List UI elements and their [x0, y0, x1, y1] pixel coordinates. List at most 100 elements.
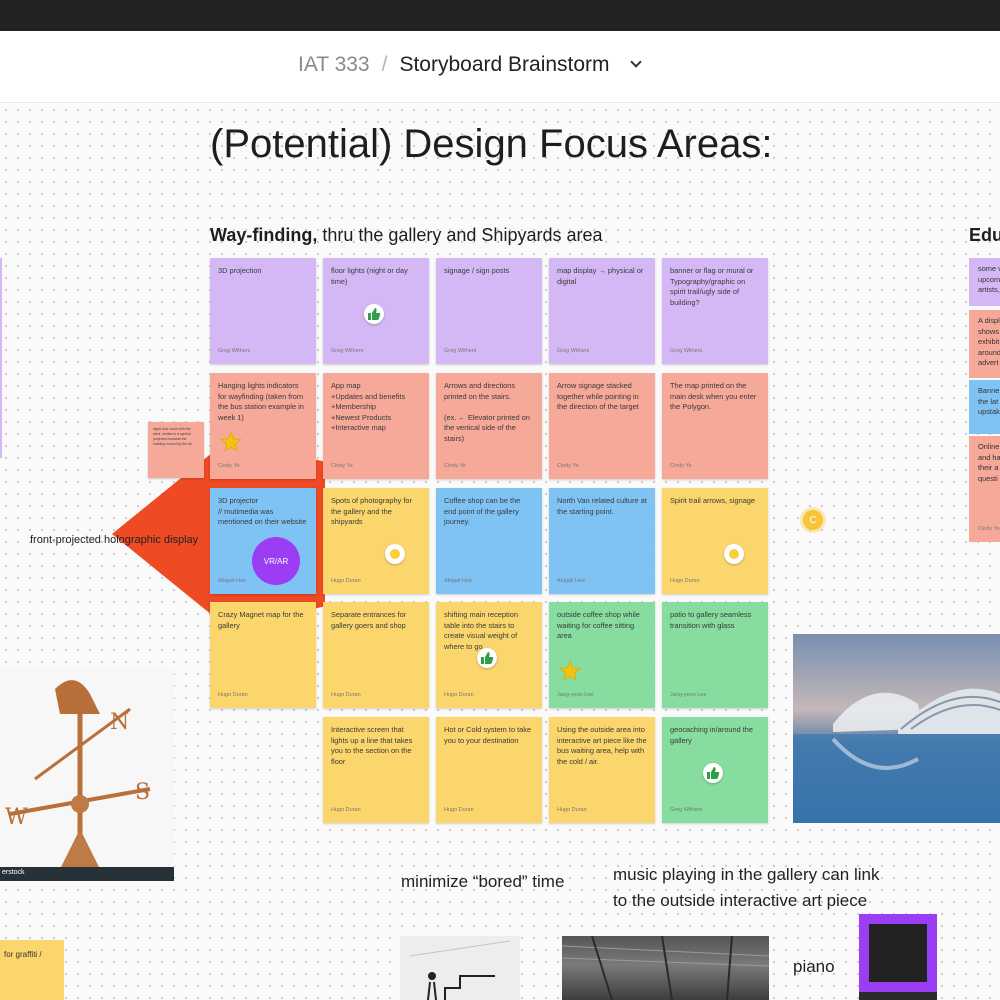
sticky-note[interactable]: geocaching in/around the gallery Greg Wit…	[662, 717, 768, 823]
sticky-text: floor lights (night or day time)	[331, 266, 410, 286]
sticky-author: Hugo Duran	[557, 806, 587, 813]
bottom-sticky-note[interactable]: for graffiti /	[0, 940, 64, 1000]
piano-image-frame[interactable]	[859, 914, 937, 992]
sticky-author: Greg Withers	[444, 347, 477, 354]
sticky-text: 3D projection	[218, 266, 262, 275]
partial-sticky-note[interactable]	[0, 258, 2, 458]
sticky-author: Greg Withers	[557, 347, 590, 354]
bored-time-label[interactable]: minimize “bored” time	[401, 869, 564, 895]
chevron-down-icon[interactable]	[629, 56, 642, 68]
svg-text:W: W	[5, 805, 28, 830]
sticky-author: Jang-yeon Lee	[670, 691, 707, 698]
edu-sticky[interactable]: some v upcom artists,	[969, 258, 1000, 306]
sticky-text: banner or flag or mural or Typography/gr…	[670, 266, 756, 307]
sticky-author: Hugo Duran	[331, 577, 361, 584]
valencia-architecture-photo[interactable]	[793, 634, 1000, 823]
sticky-note[interactable]: Arrows and directions printed on the sta…	[436, 373, 542, 479]
sticky-note[interactable]: Coffee shop can be the end point of the …	[436, 488, 542, 594]
sticky-text: outside coffee shop while waiting for co…	[557, 610, 642, 640]
sticky-author: Hugo Duran	[331, 806, 361, 813]
sticky-note[interactable]: 3D projection Greg Withers	[210, 258, 316, 364]
weathervane-photo[interactable]: W N S erstock	[0, 669, 174, 881]
sticky-text: North Van related culture at the startin…	[557, 496, 649, 516]
music-label-line1: music playing in the gallery can link	[613, 865, 880, 884]
sticker-icon	[724, 544, 744, 564]
sticky-text: The map printed on the main desk when yo…	[670, 381, 759, 411]
sticky-note[interactable]: signage / sign posts Greg Withers	[436, 258, 542, 364]
breadcrumb-project[interactable]: IAT 333	[298, 53, 370, 77]
sticky-note[interactable]: floor lights (night or day time) Greg Wit…	[323, 258, 429, 364]
sticky-note[interactable]: Spirit trail arrows, signage Hugo Duran	[662, 488, 768, 594]
section-title-bold: Way-finding,	[210, 225, 318, 245]
sticky-author: Hugo Duran	[670, 577, 700, 584]
sticky-note[interactable]: Hot or Cold system to take you to your d…	[436, 717, 542, 823]
sticky-note[interactable]: App map +Updates and benefits +Membershi…	[323, 373, 429, 479]
sticky-author: Cindy Ye	[331, 462, 353, 469]
sticky-note[interactable]: patio to gallery seamless transition wit…	[662, 602, 768, 708]
vr-ar-circle[interactable]: VR/AR	[252, 537, 300, 585]
holographic-label[interactable]: front-projected holographic display	[30, 534, 198, 546]
thumbs-up-icon	[477, 648, 497, 668]
section-title-education[interactable]: Edu	[969, 225, 1000, 246]
sticky-note[interactable]: Hanging lights indicators for wayfinding…	[210, 373, 316, 479]
image-caption-bar: erstock	[0, 867, 174, 881]
small-sticky-note[interactable]: signs that come with the wind, similar t…	[148, 422, 204, 478]
image-caption: erstock	[2, 869, 25, 876]
sticky-note[interactable]: The map printed on the main desk when yo…	[662, 373, 768, 479]
file-name[interactable]: Storyboard Brainstorm	[399, 53, 609, 77]
sticky-note[interactable]: Using the outside area into interactive …	[549, 717, 655, 823]
music-label[interactable]: music playing in the gallery can link to…	[613, 862, 879, 914]
sticky-author: Cindy Ye	[978, 525, 1000, 532]
edu-sticky[interactable]: A displ shows exhibit around advert	[969, 310, 1000, 378]
sticky-text: Using the outside area into interactive …	[557, 725, 649, 766]
sticky-note[interactable]: Spots of photography for the gallery and…	[323, 488, 429, 594]
sticky-author: Abigail Hoe	[218, 577, 247, 584]
sticky-text: Interactive screen that lights up a line…	[331, 725, 415, 766]
whiteboard-canvas[interactable]: (Potential) Design Focus Areas: Way-find…	[0, 104, 1000, 1000]
svg-text:N: N	[110, 710, 129, 735]
sticky-text: App map +Updates and benefits +Membershi…	[331, 381, 406, 432]
sticky-text: signage / sign posts	[444, 266, 510, 275]
sticky-author: Greg Withers	[331, 347, 364, 354]
sticky-note[interactable]: Crazy Magnet map for the gallery Hugo Dur…	[210, 602, 316, 708]
sticky-text: Separate entrances for gallery goers and…	[331, 610, 409, 630]
sticky-author: Hugo Duran	[218, 691, 248, 698]
sticky-text: Spirit trail arrows, signage	[670, 496, 756, 505]
board-title[interactable]: (Potential) Design Focus Areas:	[210, 122, 772, 167]
sticky-note[interactable]: Separate entrances for gallery goers and…	[323, 602, 429, 708]
edu-sticky[interactable]: Banne the lat upstak	[969, 380, 1000, 434]
sticky-author: Greg Withers	[218, 347, 251, 354]
sticky-note[interactable]: shifting main reception table into the s…	[436, 602, 542, 708]
sticky-author: Jang-yeon Lee	[557, 691, 594, 698]
sticky-text: Hot or Cold system to take you to your d…	[444, 725, 534, 745]
sticky-author: Cindy Ye	[557, 462, 579, 469]
star-icon	[220, 431, 242, 457]
sticky-text: Hanging lights indicators for wayfinding…	[218, 381, 306, 422]
sticky-text: Crazy Magnet map for the gallery	[218, 610, 306, 630]
sticky-note[interactable]: map display → physical or digital Greg Wi…	[549, 258, 655, 364]
sticky-text: geocaching in/around the gallery	[670, 725, 756, 745]
sticky-note[interactable]: outside coffee shop while waiting for co…	[549, 602, 655, 708]
edu-sticky-text: Online and ha their a questi	[978, 442, 1000, 483]
section-title-wayfinding[interactable]: Way-finding, thru the gallery and Shipya…	[210, 225, 603, 246]
sticky-note[interactable]: Interactive screen that lights up a line…	[323, 717, 429, 823]
thumbs-up-icon	[364, 304, 384, 324]
star-icon	[559, 660, 581, 686]
piano-image-strip	[859, 992, 937, 1000]
piano-label[interactable]: piano	[793, 954, 835, 980]
signage-photo[interactable]	[400, 936, 520, 1000]
edu-sticky[interactable]: Online and ha their a questi Cindy Ye	[969, 436, 1000, 542]
sticky-note[interactable]: North Van related culture at the startin…	[549, 488, 655, 594]
sticky-text: patio to gallery seamless transition wit…	[670, 610, 754, 630]
sticky-note[interactable]: Arrow signage stacked together while poi…	[549, 373, 655, 479]
collaborator-cursor: C	[803, 510, 823, 530]
interior-photo[interactable]	[562, 936, 769, 1000]
sticky-author: Cindy Ye	[670, 462, 692, 469]
sticky-text: map display → physical or digital	[557, 266, 646, 286]
sticky-author: Cindy Ye	[218, 462, 240, 469]
sticky-text: shifting main reception table into the s…	[444, 610, 521, 651]
section-title-rest: thru the gallery and Shipyards area	[317, 225, 603, 245]
sticky-note[interactable]: banner or flag or mural or Typography/gr…	[662, 258, 768, 364]
sticky-text: Spots of photography for the gallery and…	[331, 496, 415, 526]
sticky-author: Greg Withers	[670, 347, 703, 354]
